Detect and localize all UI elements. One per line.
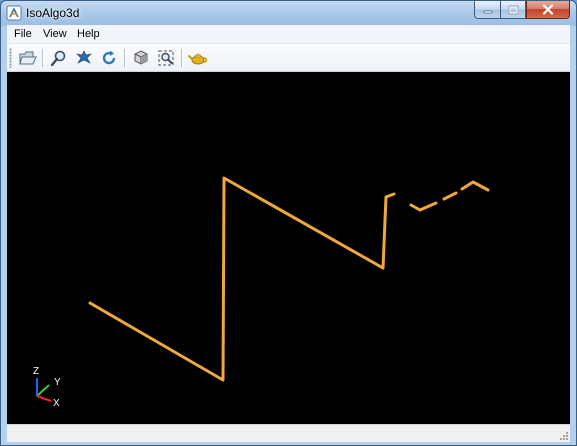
z-axis-label: Z xyxy=(33,366,39,377)
pipe-segment[interactable] xyxy=(88,176,396,382)
view-button[interactable] xyxy=(130,47,152,69)
fit-all-icon xyxy=(158,50,174,66)
pipe-segment[interactable] xyxy=(409,201,438,212)
x-axis xyxy=(36,395,52,402)
x-axis-label: X xyxy=(53,398,60,409)
open-button[interactable] xyxy=(17,47,39,69)
teapot-icon xyxy=(188,53,208,65)
close-button[interactable] xyxy=(526,1,570,19)
menu-help[interactable]: Help xyxy=(75,28,102,40)
open-file-icon xyxy=(19,51,37,65)
toolbar xyxy=(7,44,570,72)
minimize-button[interactable] xyxy=(474,1,500,19)
menu-file[interactable]: File xyxy=(12,28,34,40)
menu-view[interactable]: View xyxy=(41,28,69,40)
pan-button[interactable] xyxy=(73,47,95,69)
rotate-icon xyxy=(102,50,116,65)
title-bar[interactable]: IsoAlgo3d xyxy=(1,1,576,25)
status-bar xyxy=(7,424,570,442)
pipe-segment[interactable] xyxy=(442,191,458,201)
maximize-button[interactable] xyxy=(500,1,526,19)
zoom-icon xyxy=(50,50,66,67)
axis-triad: Z Y X xyxy=(33,366,61,409)
menu-bar: File View Help xyxy=(7,25,570,44)
y-axis xyxy=(36,384,50,397)
rotate-button[interactable] xyxy=(98,47,120,69)
maximize-icon xyxy=(508,5,518,14)
app-icon xyxy=(6,5,22,21)
toolbar-separator xyxy=(42,49,44,67)
fit-all-button[interactable] xyxy=(155,47,177,69)
viewport-canvas[interactable]: Z Y X xyxy=(7,72,570,424)
close-icon xyxy=(542,4,554,15)
caption-buttons xyxy=(474,1,570,19)
3d-viewport[interactable]: Z Y X xyxy=(7,72,570,424)
y-axis-label: Y xyxy=(54,377,61,388)
pan-icon xyxy=(76,50,92,64)
teapot-button[interactable] xyxy=(187,47,209,69)
zoom-button[interactable] xyxy=(48,47,70,69)
resize-grip-icon[interactable] xyxy=(557,429,569,441)
toolbar-grip[interactable] xyxy=(9,48,12,68)
app-window: IsoAlgo3d File View Help Z Y X xyxy=(0,0,577,446)
minimize-icon xyxy=(483,10,492,13)
toolbar-separator xyxy=(181,49,183,67)
window-title: IsoAlgo3d xyxy=(26,6,80,20)
view-cube-icon xyxy=(134,50,148,65)
toolbar-separator xyxy=(124,49,126,67)
pipe-segment[interactable] xyxy=(460,180,490,192)
